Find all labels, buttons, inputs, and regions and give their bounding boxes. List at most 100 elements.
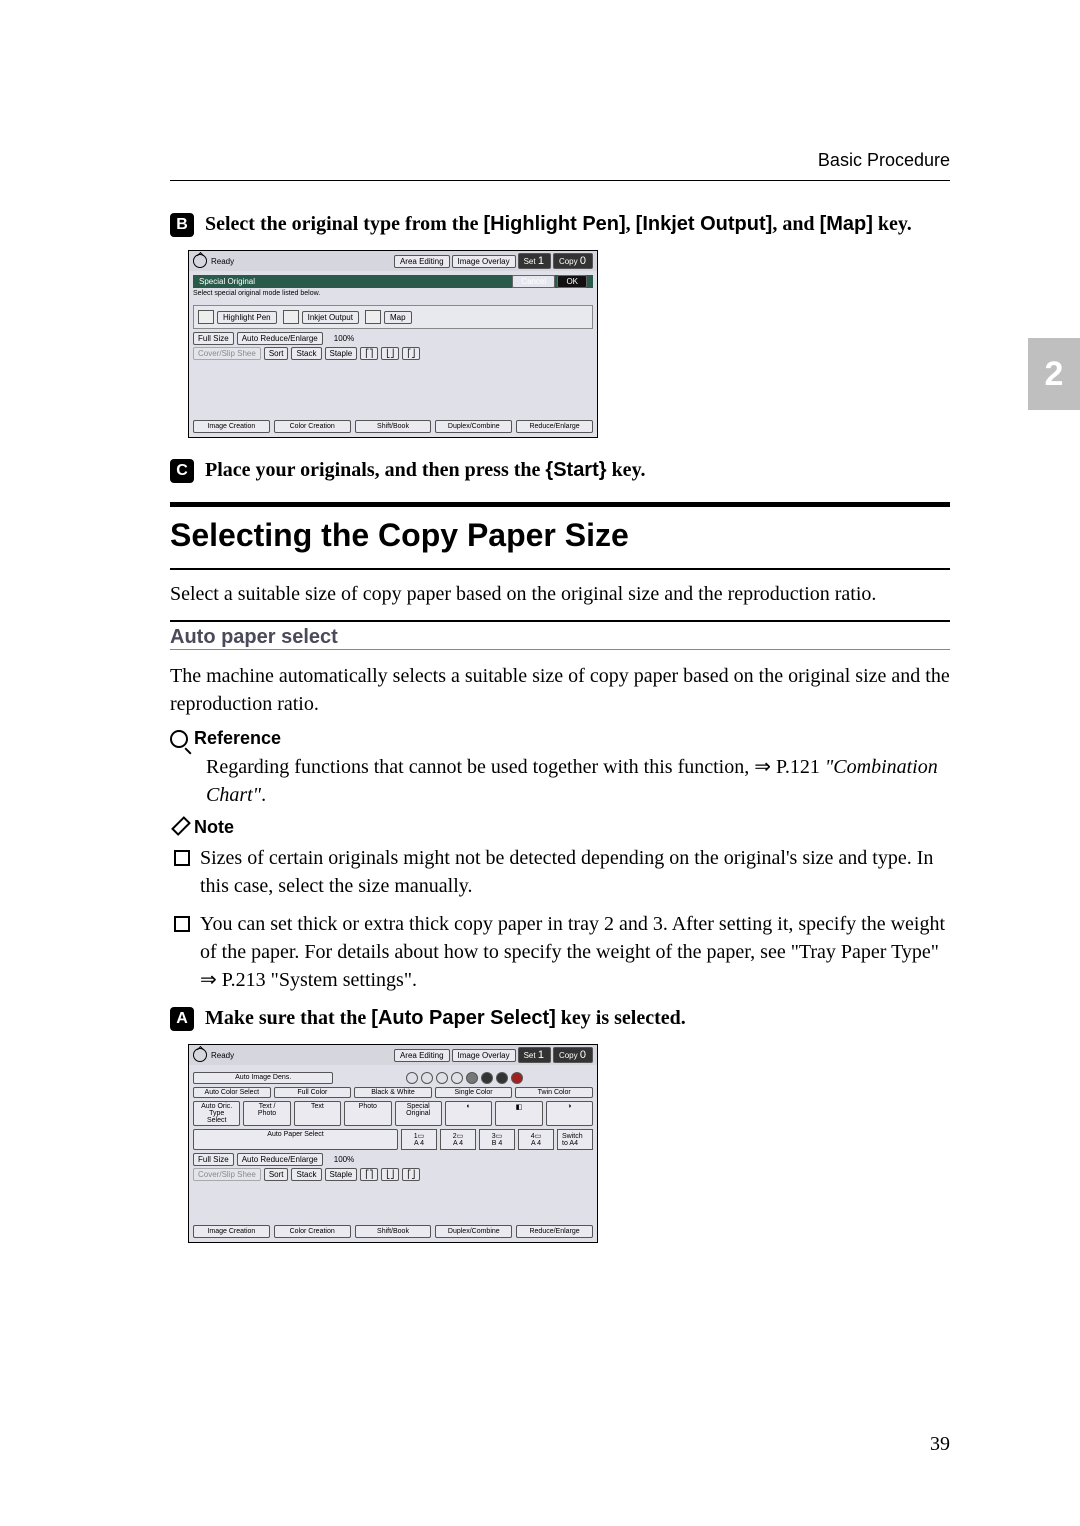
subsection-rule-bottom: [170, 649, 950, 650]
subsection-heading: Auto paper select: [170, 626, 950, 649]
tab-color-creation[interactable]: Color Creation: [274, 420, 351, 433]
switch-a4[interactable]: Switch to A4: [557, 1129, 593, 1150]
tab-reduce-enlarge[interactable]: Reduce/Enlarge: [516, 420, 593, 433]
single-color-button[interactable]: Single Color: [435, 1087, 513, 1098]
section-rule-top: [170, 502, 950, 507]
staple-button[interactable]: Staple: [325, 1168, 358, 1181]
tab-duplex-combine[interactable]: Duplex/Combine: [435, 420, 512, 433]
stack-button[interactable]: Stack: [291, 347, 321, 360]
copy-indicator: Copy 0: [553, 253, 593, 269]
hint-text: Select special original mode listed belo…: [193, 290, 593, 297]
adjust-icon[interactable]: ◧: [495, 1101, 542, 1126]
auto-oric-type-select-button[interactable]: Auto Oric. Type Select: [193, 1101, 240, 1126]
special-original-button[interactable]: Special Original: [395, 1101, 442, 1126]
staple-pos-3[interactable]: ⎡⎦: [402, 347, 420, 360]
ready-label: Ready: [211, 1051, 234, 1060]
zoom-percent: 100%: [326, 1155, 362, 1164]
auto-color-select-button[interactable]: Auto Color Select: [193, 1087, 271, 1098]
full-color-button[interactable]: Full Color: [274, 1087, 352, 1098]
highlight-pen-key: [Highlight Pen]: [483, 213, 625, 235]
step-1b-instruction: A Make sure that the [Auto Paper Select]…: [170, 1004, 950, 1032]
note-icon: [170, 819, 188, 837]
special-original-title-bar: Special Original Cancel OK: [193, 275, 593, 288]
section-rule-bottom: [170, 568, 950, 570]
auto-paper-select-screenshot: Ready Area Editing Image Overlay Set 1 C…: [188, 1044, 598, 1243]
stack-button[interactable]: Stack: [291, 1168, 321, 1181]
cancel-button[interactable]: Cancel: [512, 275, 555, 288]
area-editing-button[interactable]: Area Editing: [394, 255, 450, 268]
full-size-button[interactable]: Full Size: [193, 1153, 234, 1166]
step-number-3: C: [170, 459, 194, 483]
black-white-button[interactable]: Black & White: [354, 1087, 432, 1098]
full-size-button[interactable]: Full Size: [193, 332, 234, 345]
reference-body: Regarding functions that cannot be used …: [206, 753, 950, 809]
set-indicator: Set 1: [518, 253, 551, 269]
ready-label: Ready: [211, 257, 234, 266]
map-icon: [365, 310, 381, 324]
step-3-instruction: C Place your originals, and then press t…: [170, 456, 950, 484]
auto-reduce-enlarge-button[interactable]: Auto Reduce/Enlarge: [237, 1153, 323, 1166]
tab-color-creation[interactable]: Color Creation: [274, 1225, 351, 1238]
sort-button[interactable]: Sort: [264, 1168, 289, 1181]
tab-duplex-combine[interactable]: Duplex/Combine: [435, 1225, 512, 1238]
twin-color-button[interactable]: Twin Color: [515, 1087, 593, 1098]
start-key: {Start}: [545, 459, 606, 481]
ready-icon: [193, 254, 207, 268]
density-dot[interactable]: [451, 1072, 463, 1084]
section-intro: Select a suitable size of copy paper bas…: [170, 580, 950, 608]
highlight-pen-icon: [198, 310, 214, 324]
tab-shift-book[interactable]: Shift/Book: [355, 420, 432, 433]
staple-pos-2[interactable]: ⎣⎦: [381, 347, 399, 360]
step-2-instruction: B Select the original type from the [Hig…: [170, 210, 950, 238]
ok-button[interactable]: OK: [557, 275, 587, 288]
staple-pos-3[interactable]: ⎡⎦: [402, 1168, 420, 1181]
tab-image-creation[interactable]: Image Creation: [193, 420, 270, 433]
tray-4-a4[interactable]: 4▭A 4: [518, 1129, 554, 1150]
inkjet-output-icon: [283, 310, 299, 324]
density-dot[interactable]: [496, 1072, 508, 1084]
map-key: [Map]: [820, 213, 873, 235]
staple-button[interactable]: Staple: [325, 347, 358, 360]
density-dot[interactable]: [421, 1072, 433, 1084]
auto-image-density-button[interactable]: Auto Image Dens.: [193, 1072, 333, 1084]
density-dot[interactable]: [466, 1072, 478, 1084]
tab-reduce-enlarge[interactable]: Reduce/Enlarge: [516, 1225, 593, 1238]
step-number-2: B: [170, 213, 194, 237]
staple-pos-2[interactable]: ⎣⎦: [381, 1168, 399, 1181]
highlight-pen-option[interactable]: Highlight Pen: [217, 311, 277, 324]
density-dot[interactable]: [511, 1072, 523, 1084]
image-overlay-button[interactable]: Image Overlay: [452, 1049, 516, 1062]
tray-3-b4[interactable]: 3▭B 4: [479, 1129, 515, 1150]
staple-pos-1[interactable]: ⎡⎤: [360, 347, 378, 360]
image-overlay-button[interactable]: Image Overlay: [452, 255, 516, 268]
tray-1-a4[interactable]: 1▭A 4: [401, 1129, 437, 1150]
auto-reduce-enlarge-button[interactable]: Auto Reduce/Enlarge: [237, 332, 323, 345]
reference-icon: [170, 730, 188, 748]
special-original-screenshot: Ready Area Editing Image Overlay Set 1 C…: [188, 250, 598, 438]
running-header: Basic Procedure: [818, 150, 950, 171]
chapter-thumb-tab: 2: [1028, 338, 1080, 410]
tab-shift-book[interactable]: Shift/Book: [355, 1225, 432, 1238]
inkjet-output-option[interactable]: Inkjet Output: [302, 311, 359, 324]
header-rule: [170, 180, 950, 181]
photo-button[interactable]: Photo: [344, 1101, 391, 1126]
inkjet-output-key: [Inkjet Output]: [636, 213, 773, 235]
density-dot[interactable]: [406, 1072, 418, 1084]
set-indicator: Set 1: [518, 1047, 551, 1063]
auto-paper-select-button[interactable]: Auto Paper Select: [193, 1129, 398, 1150]
text-button[interactable]: Text: [294, 1101, 341, 1126]
staple-pos-1[interactable]: ⎡⎤: [360, 1168, 378, 1181]
lighter-icon[interactable]: ◐: [445, 1101, 492, 1126]
tray-2-a4[interactable]: 2▭A 4: [440, 1129, 476, 1150]
tab-image-creation[interactable]: Image Creation: [193, 1225, 270, 1238]
density-dot[interactable]: [481, 1072, 493, 1084]
map-option[interactable]: Map: [384, 311, 412, 324]
auto-paper-select-key: [Auto Paper Select]: [371, 1007, 555, 1029]
darker-icon[interactable]: ◑: [546, 1101, 593, 1126]
area-editing-button[interactable]: Area Editing: [394, 1049, 450, 1062]
copy-indicator: Copy 0: [553, 1047, 593, 1063]
density-dot[interactable]: [436, 1072, 448, 1084]
text-photo-button[interactable]: Text / Photo: [243, 1101, 290, 1126]
subsection-rule-top: [170, 620, 950, 622]
sort-button[interactable]: Sort: [264, 347, 289, 360]
